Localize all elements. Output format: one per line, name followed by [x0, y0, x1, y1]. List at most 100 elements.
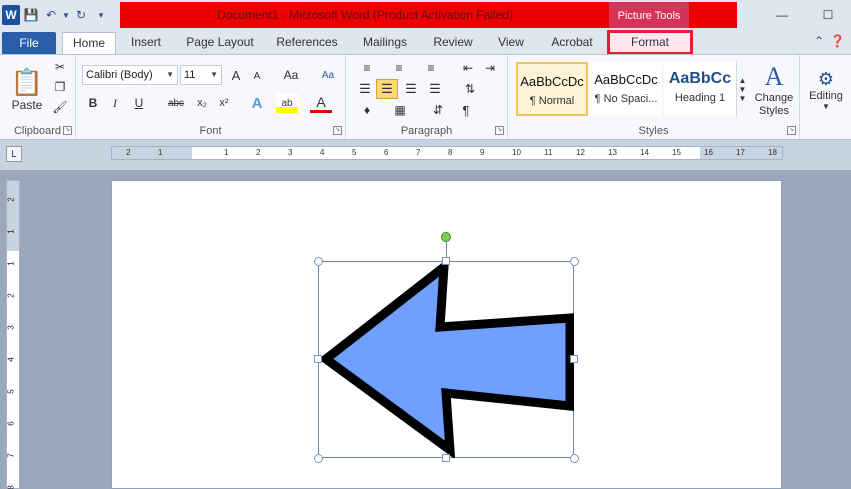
ruler-number: 2 [256, 148, 261, 157]
ruler-number: 8 [448, 148, 453, 157]
tab-review[interactable]: Review [428, 32, 478, 54]
font-color-icon[interactable]: A [310, 93, 332, 113]
subscript-button[interactable]: x₂ [192, 93, 212, 113]
show-formatting-icon[interactable]: ¶ [456, 101, 476, 119]
undo-dropdown-icon[interactable]: ▼ [62, 6, 70, 24]
tab-page-layout[interactable]: Page Layout [182, 32, 258, 54]
tab-home[interactable]: Home [62, 32, 116, 54]
resize-handle-bottom-left[interactable] [314, 454, 323, 463]
font-size-dropdown[interactable]: 11 ▼ [180, 65, 222, 85]
clipboard-launcher-icon[interactable]: ↘ [63, 126, 72, 135]
tab-view[interactable]: View [490, 32, 532, 54]
style-no-spacing[interactable]: AaBbCcDc ¶ No Spaci... [590, 62, 662, 116]
style-normal[interactable]: AaBbCcDc ¶ Normal [516, 62, 588, 116]
tab-format[interactable]: Format [607, 30, 693, 55]
minimize-ribbon-icon[interactable]: ⌃ [814, 34, 824, 48]
ruler-number: 13 [608, 148, 617, 157]
horizontal-ruler[interactable]: 2 1 1 2 3 4 5 6 7 8 9 10 11 12 13 14 15 16 17 18 [111, 146, 783, 160]
font-launcher-icon[interactable]: ↘ [333, 126, 342, 135]
ruler-number: 18 [768, 148, 777, 157]
tab-acrobat[interactable]: Acrobat [545, 32, 599, 54]
tab-file[interactable]: File [2, 32, 56, 54]
paste-button[interactable]: 📋 Paste [8, 58, 46, 120]
tabs-right-controls: ⌃ ❓ [814, 34, 845, 48]
help-icon[interactable]: ❓ [830, 34, 845, 48]
ruler-number: 9 [480, 148, 485, 157]
resize-handle-right[interactable] [570, 355, 578, 363]
resize-handle-bottom-right[interactable] [570, 454, 579, 463]
editing-button[interactable]: ⚙ Editing ▼ [804, 59, 848, 121]
align-right-icon[interactable]: ☰ [400, 79, 422, 99]
shading-icon[interactable]: ♦ [354, 101, 380, 119]
change-styles-button[interactable]: A Change Styles [752, 59, 796, 121]
ribbon: 📋 Paste ✂ ❐ 🖌 Clipboard ↘ Calibri (Body)… [0, 54, 851, 140]
text-effects-icon[interactable]: A [246, 93, 268, 113]
styles-scroll[interactable]: ▲ ▼ ▼ [736, 61, 748, 117]
multilevel-list-icon[interactable]: ≡ [418, 59, 444, 77]
style-heading-1[interactable]: AaBbCc Heading 1 [664, 62, 736, 116]
ruler-number: 10 [512, 148, 521, 157]
increase-indent-icon[interactable]: ⇥ [480, 59, 500, 77]
justify-icon[interactable]: ☰ [424, 79, 446, 99]
align-left-icon[interactable]: ☰ [354, 79, 376, 99]
ruler-number: 12 [576, 148, 585, 157]
cut-icon[interactable]: ✂ [52, 59, 68, 75]
ruler-number: 1 [158, 148, 163, 157]
format-painter-icon[interactable]: 🖌 [52, 99, 68, 115]
resize-handle-bottom[interactable] [442, 454, 450, 462]
undo-icon[interactable]: ↶ [42, 6, 60, 24]
ruler-top-margin [7, 181, 19, 251]
shrink-font-button[interactable]: A [248, 67, 266, 85]
tab-selector[interactable]: L [6, 146, 22, 162]
resize-handle-left[interactable] [314, 355, 322, 363]
ruler-number: 4 [6, 357, 16, 362]
bold-button[interactable]: B [84, 93, 102, 113]
ruler-number: 15 [672, 148, 681, 157]
more-styles-icon[interactable]: ▼ [739, 94, 747, 103]
change-case-button[interactable]: Aa [278, 65, 304, 85]
minimize-icon[interactable]: — [759, 0, 805, 30]
line-spacing-icon[interactable]: ⇅ [456, 79, 484, 99]
decrease-indent-icon[interactable]: ⇤ [458, 59, 478, 77]
copy-icon[interactable]: ❐ [52, 79, 68, 95]
clear-formatting-icon[interactable]: Aa [318, 65, 338, 85]
chevron-up-icon[interactable]: ▲ [739, 76, 747, 85]
customize-qat-icon[interactable]: ▾ [92, 6, 110, 24]
ruler-number: 8 [6, 485, 16, 489]
ruler-number: 7 [6, 453, 16, 458]
resize-handle-top[interactable] [442, 257, 450, 265]
underline-button[interactable]: U [130, 93, 148, 113]
group-font: Calibri (Body) ▼ 11 ▼ A A Aa Aa B I U abc … [76, 55, 346, 139]
ruler-number: 5 [352, 148, 357, 157]
save-icon[interactable]: 💾 [22, 6, 40, 24]
numbering-icon[interactable]: ≡ [386, 59, 412, 77]
grow-font-button[interactable]: A [226, 65, 246, 85]
chevron-down-icon[interactable]: ▼ [739, 85, 747, 94]
strikethrough-button[interactable]: abc [164, 93, 188, 113]
resize-handle-top-right[interactable] [570, 257, 579, 266]
left-arrow-shape[interactable] [318, 261, 574, 458]
bullets-icon[interactable]: ≡ [354, 59, 380, 77]
tab-insert[interactable]: Insert [124, 32, 168, 54]
rotation-handle[interactable] [441, 232, 451, 242]
ruler-number: 1 [224, 148, 229, 157]
tab-mailings[interactable]: Mailings [355, 32, 415, 54]
italic-button[interactable]: I [106, 93, 124, 113]
superscript-button[interactable]: x² [214, 93, 234, 113]
highlight-icon[interactable]: ab [276, 93, 298, 113]
font-name-dropdown[interactable]: Calibri (Body) ▼ [82, 65, 178, 85]
group-label-font: Font [199, 125, 222, 137]
paragraph-launcher-icon[interactable]: ↘ [495, 126, 504, 135]
sort-icon[interactable]: ⇵ [428, 101, 448, 119]
redo-icon[interactable]: ↻ [72, 6, 90, 24]
ruler-number: 2 [126, 148, 131, 157]
tab-references[interactable]: References [272, 32, 342, 54]
borders-icon[interactable]: ▦ [386, 101, 414, 119]
word-logo-icon[interactable]: W [2, 5, 20, 25]
align-center-icon[interactable]: ☰ [376, 79, 398, 99]
resize-handle-top-left[interactable] [314, 257, 323, 266]
maximize-icon[interactable]: ☐ [805, 0, 851, 30]
vertical-ruler[interactable]: 2 1 1 2 3 4 5 6 7 8 [6, 180, 20, 489]
styles-launcher-icon[interactable]: ↘ [787, 126, 796, 135]
group-label-styles: Styles [638, 125, 669, 137]
